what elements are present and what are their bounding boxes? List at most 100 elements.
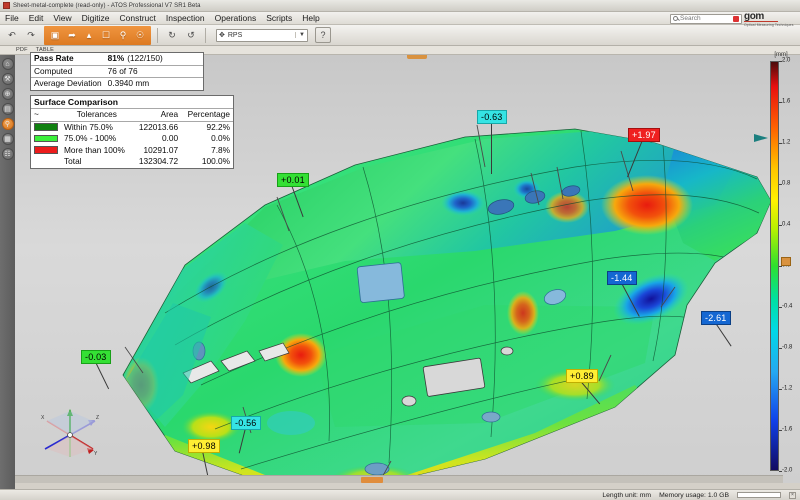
colorbar-tick-label: -0.8 (782, 344, 793, 351)
colorbar-gradient[interactable] (770, 61, 779, 471)
menu-item-scripts[interactable]: Scripts (261, 12, 297, 25)
deviation-callout[interactable]: -0.56 (231, 416, 261, 430)
colorbar-tick-label: -1.2 (782, 385, 793, 392)
memory-usage-label: Memory usage: 1.0 GB (659, 491, 729, 499)
summary-label: Pass Rate (34, 53, 74, 63)
svg-text:Y: Y (94, 451, 98, 457)
summary-value: 81% (122/150) (105, 53, 203, 65)
alignment-combo-value: RPS (227, 31, 243, 39)
tolerance-percentage: 100.0% (201, 156, 230, 167)
search-clear-icon[interactable] (733, 15, 739, 22)
colorbar-handle[interactable] (781, 256, 791, 266)
colorbar-tick-label: 1.6 (782, 98, 791, 105)
refresh-icon[interactable]: ↻ (164, 27, 180, 43)
panel-icon[interactable]: ▤ (1, 103, 14, 115)
menu-item-inspection[interactable]: Inspection (161, 12, 210, 25)
home-icon[interactable]: ⌂ (1, 58, 14, 70)
chevron-down-icon[interactable]: ▼ (295, 32, 305, 38)
measure-icon[interactable]: ▣ (47, 27, 63, 43)
surface-column-header: Percentage (181, 109, 233, 122)
deviation-icon[interactable]: ▴ (81, 27, 97, 43)
menu-item-help[interactable]: Help (297, 12, 324, 25)
menu-item-file[interactable]: File (0, 12, 24, 25)
surface-comparison-panel: Surface Comparison ~ Tolerances Area Percen… (30, 95, 234, 169)
callout-leader-line (202, 450, 209, 477)
deviation-callout[interactable]: +1.97 (628, 128, 660, 142)
gom-logo: gom Optical Measuring Techniques (744, 12, 796, 27)
tolerance-label: More than 100% (64, 144, 125, 155)
callout-leader-line (627, 139, 643, 178)
colorbar-tick-label: 2.0 (782, 57, 791, 64)
application-window: Sheet-metal-complete (read-only) - ATOS … (0, 0, 800, 500)
search-input[interactable] (680, 14, 726, 23)
tolerance-percentage: 92.2% (206, 121, 230, 132)
deviation-callout[interactable]: +0.01 (277, 173, 309, 187)
report-icon[interactable]: ▦ (1, 133, 14, 145)
alignment-icon: ✥ (219, 32, 225, 39)
window-title: Sheet-metal-complete (read-only) - ATOS … (13, 2, 201, 9)
menu-item-digitize[interactable]: Digitize (77, 12, 115, 25)
summary-value-main: 81% (107, 53, 125, 63)
callout-leader-line (291, 184, 304, 218)
tolerance-label: 75.0% - 100% (64, 133, 117, 144)
left-sidebar: ⌂ ⚒ ⊕ ▤ ⚲ ▦ ☷ (0, 55, 15, 500)
recompute-icon[interactable]: ↺ (183, 27, 199, 43)
magnifier-icon[interactable]: ⚲ (1, 118, 14, 130)
tolerance-color-swatch (34, 123, 58, 131)
grid-icon[interactable]: ☷ (1, 148, 14, 160)
tab-pdf[interactable]: PDF (16, 47, 28, 53)
tolerance-swatch-cell (31, 145, 61, 157)
menu-item-edit[interactable]: Edit (24, 12, 49, 25)
deviation-callout[interactable]: -2.61 (701, 311, 731, 325)
wrench-icon[interactable]: ⚒ (1, 73, 14, 85)
deviation-callout[interactable]: -0.03 (81, 350, 111, 364)
colorbar-tick-label: -1.6 (782, 426, 793, 433)
title-bar: Sheet-metal-complete (read-only) - ATOS … (0, 0, 800, 12)
status-close-button[interactable]: × (789, 491, 796, 499)
surface-column-header: Tolerances (61, 109, 133, 122)
colorbar-marker[interactable] (754, 133, 768, 142)
align-icon[interactable]: ➦ (64, 27, 80, 43)
callout-leader-line (580, 380, 601, 405)
zoom-icon[interactable]: ⚲ (115, 27, 131, 43)
scrollbar-thumb[interactable] (360, 477, 383, 483)
summary-value-main: 0.3940 mm (107, 78, 150, 89)
viewport-horizontal-scrollbar[interactable] (15, 475, 783, 483)
brand-tagline: Optical Measuring Techniques (744, 22, 794, 27)
menu-item-view[interactable]: View (48, 12, 76, 25)
svg-text:Z: Z (96, 415, 99, 421)
surface-row: Total 132304.72 100.0% (31, 156, 233, 168)
alignment-combo[interactable]: ✥ RPS ▼ (216, 28, 308, 42)
compass-icon[interactable]: ⊕ (1, 88, 14, 100)
summary-label: Average Deviation (31, 77, 105, 90)
deviation-callout[interactable]: -1.44 (607, 271, 637, 285)
tolerance-percentage: 0.0% (211, 133, 230, 144)
surface-row: 75.0% - 100% 0.00 0.0% (31, 133, 233, 145)
summary-value: 0.3940 mm (104, 77, 203, 90)
deviation-callout[interactable]: -0.63 (477, 110, 507, 124)
tolerance-area: 132304.72 (138, 156, 179, 167)
tolerance-area: 0.00 (161, 133, 179, 144)
deviation-callout[interactable]: +0.89 (566, 369, 598, 383)
svg-text:X: X (41, 415, 45, 421)
undo-icon[interactable]: ↶ (4, 27, 20, 43)
pass-rate-panel: Pass Rate 81% (122/150) Computed 76 of 76 Ave… (30, 52, 204, 91)
menu-item-operations[interactable]: Operations (210, 12, 262, 25)
summary-row: Pass Rate 81% (122/150) (31, 53, 203, 65)
search-box[interactable] (670, 13, 742, 24)
menu-item-construct[interactable]: Construct (115, 12, 161, 25)
tolerance-swatch-cell (31, 156, 61, 168)
deviation-callout[interactable]: +0.98 (188, 439, 220, 453)
redo-icon[interactable]: ↷ (23, 27, 39, 43)
toolbar-separator-2 (205, 27, 206, 43)
summary-value-extra: (122/150) (127, 53, 163, 63)
surface-header-row: ~ Tolerances Area Percentage (31, 109, 233, 122)
surface-comparison-title: Surface Comparison (31, 96, 233, 109)
brand-name: gom (744, 11, 764, 22)
inspect-icon[interactable]: ☐ (98, 27, 114, 43)
surface-row: Within 75.0% 122013.66 92.2% (31, 121, 233, 133)
callout-leader-line (238, 427, 246, 454)
snapshot-icon[interactable]: ☉ (132, 27, 148, 43)
help-button[interactable]: ? (315, 27, 331, 43)
tolerance-swatch-cell (31, 121, 61, 133)
